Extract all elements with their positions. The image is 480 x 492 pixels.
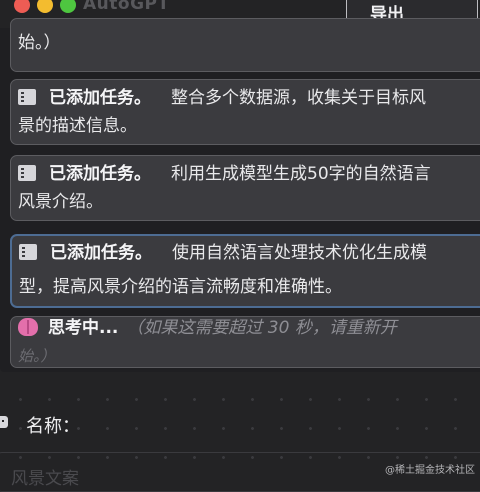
message-continuation: 型，提高风景介绍的语言流畅度和准确性。 xyxy=(19,277,342,297)
minimize-window-button[interactable] xyxy=(37,0,53,13)
message-card-task-added-selected[interactable]: 已添加任务。 使用自然语言处理技术优化生成模 型，提高风景介绍的语言流畅度和准确性… xyxy=(10,234,480,308)
message-text: 利用生成模型生成50字的自然语言 xyxy=(171,164,431,184)
robot-icon xyxy=(0,416,8,428)
message-card-partial: 始。） xyxy=(10,18,480,72)
message-continuation: 景的描述信息。 xyxy=(18,116,137,136)
thinking-hint-continuation: 始。） xyxy=(18,347,56,365)
name-input-placeholder: 风景文案 xyxy=(11,469,79,489)
message-continuation: 风景介绍。 xyxy=(18,192,103,212)
message-header: 已添加任务。 xyxy=(49,164,151,184)
name-label: 名称： xyxy=(26,416,80,437)
list-icon xyxy=(19,244,37,260)
list-icon xyxy=(18,89,36,105)
thinking-hint: （如果这需要超过 30 秒，请重新开 xyxy=(126,318,397,338)
watermark: @稀土掘金技术社区 xyxy=(385,465,475,476)
message-text: 使用自然语言处理技术优化生成模 xyxy=(172,243,427,263)
maximize-window-button[interactable] xyxy=(60,0,76,13)
message-text: 整合多个数据源，收集关于目标风 xyxy=(171,88,426,108)
list-icon xyxy=(18,165,36,181)
messages-panel[interactable]: 始。） 已添加任务。 整合多个数据源，收集关于目标风 景的描述信息。 已添加任务。… xyxy=(0,18,480,372)
message-line: 始。） xyxy=(18,33,61,53)
message-header: 已添加任务。 xyxy=(49,88,151,108)
message-card-thinking: 思考中... （如果这需要超过 30 秒，请重新开 始。） xyxy=(10,316,480,368)
thinking-header: 思考中... xyxy=(48,318,119,338)
app-title: AutoGPT xyxy=(83,0,170,14)
message-header: 已添加任务。 xyxy=(50,243,152,263)
close-window-button[interactable] xyxy=(14,0,30,13)
brain-icon xyxy=(18,318,38,336)
message-card-task-added: 已添加任务。 整合多个数据源，收集关于目标风 景的描述信息。 xyxy=(10,79,480,145)
message-card-task-added: 已添加任务。 利用生成模型生成50字的自然语言 风景介绍。 xyxy=(10,155,480,221)
